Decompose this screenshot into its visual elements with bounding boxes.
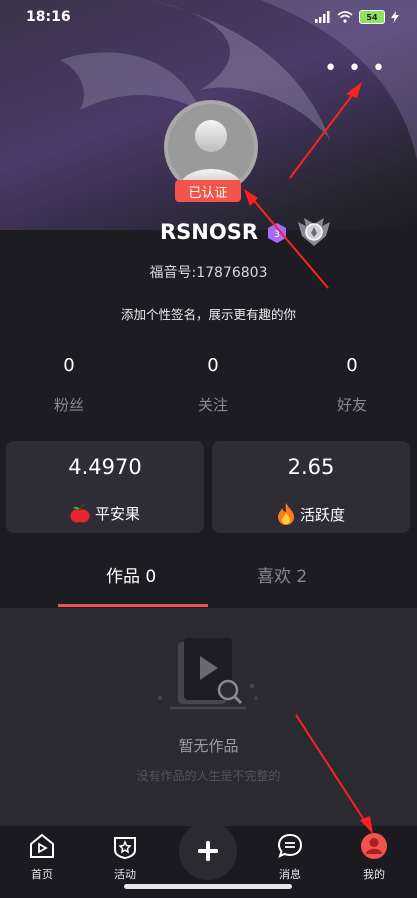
status-bar: 18:16 54 — [0, 0, 417, 36]
empty-title: 暂无作品 — [178, 737, 239, 755]
nav-home[interactable]: 首页 — [12, 832, 72, 882]
username: RSNOSR — [160, 220, 259, 244]
fuyin-id: 福音号:17876803 — [149, 265, 268, 281]
activity-icon — [114, 837, 136, 860]
battery-level: 54 — [366, 12, 378, 22]
stat-fans-label: 粉丝 — [53, 396, 84, 414]
vip-level-badge-icon: 3 — [268, 223, 286, 243]
nav-home-label: 首页 — [31, 868, 53, 881]
active-tab-indicator — [58, 604, 208, 607]
signature-prompt[interactable]: 添加个性签名，展示更有趣的你 — [0, 304, 417, 323]
nav-activity-label: 活动 — [114, 868, 136, 881]
signal-icon — [315, 11, 330, 23]
activity-score-value: 2.65 — [287, 455, 335, 479]
status-time: 18:16 — [26, 9, 71, 25]
default-avatar-icon — [178, 120, 244, 190]
apple-icon — [70, 503, 90, 522]
create-button[interactable] — [179, 822, 237, 880]
stat-friends-count: 0 — [346, 355, 358, 376]
home-indicator — [124, 884, 292, 889]
stat-fans[interactable]: 0 粉丝 — [9, 355, 129, 415]
stat-fans-count: 0 — [63, 355, 75, 376]
content-tabs: 作品 0 喜欢 2 — [0, 558, 417, 608]
tab-likes[interactable]: 喜欢 2 — [257, 562, 307, 587]
stats-row: 0 粉丝 0 关注 0 好友 — [0, 355, 417, 425]
verified-badge: 已认证 — [175, 180, 241, 202]
more-options-button[interactable]: • • • — [324, 58, 387, 80]
profile-icon — [361, 833, 387, 859]
vip-level: 3 — [274, 230, 280, 240]
stat-following-count: 0 — [207, 355, 219, 376]
home-icon — [30, 833, 54, 858]
empty-works-icon — [158, 638, 258, 710]
nav-messages-label: 消息 — [279, 868, 301, 881]
nav-messages[interactable]: 消息 — [260, 832, 320, 882]
nav-activity[interactable]: 活动 — [95, 832, 155, 882]
wifi-icon — [337, 11, 353, 23]
activity-score-card[interactable]: 2.65 活跃度 — [212, 441, 410, 533]
stat-friends[interactable]: 0 好友 — [292, 355, 412, 415]
flame-icon — [277, 503, 294, 525]
charging-icon — [391, 11, 399, 23]
rank-badge-icon — [298, 218, 330, 246]
plus-icon — [198, 841, 218, 861]
peace-fruit-value: 4.4970 — [68, 455, 142, 479]
stat-following-label: 关注 — [197, 396, 228, 414]
empty-subtitle: 没有作品的人生是不完整的 — [136, 769, 281, 783]
peace-fruit-label: 平安果 — [94, 505, 140, 523]
battery-icon: 54 — [359, 10, 385, 24]
activity-score-label: 活跃度 — [299, 505, 345, 524]
stat-friends-label: 好友 — [336, 396, 367, 414]
message-icon — [277, 833, 303, 858]
nav-profile-label: 我的 — [363, 868, 385, 881]
peace-fruit-card[interactable]: 4.4970 平安果 — [6, 441, 204, 533]
nav-profile[interactable]: 我的 — [344, 832, 404, 882]
status-icons: 54 — [315, 10, 399, 24]
tab-works[interactable]: 作品 0 — [106, 562, 156, 587]
stat-following[interactable]: 0 关注 — [153, 355, 273, 415]
works-content-area — [0, 608, 417, 826]
